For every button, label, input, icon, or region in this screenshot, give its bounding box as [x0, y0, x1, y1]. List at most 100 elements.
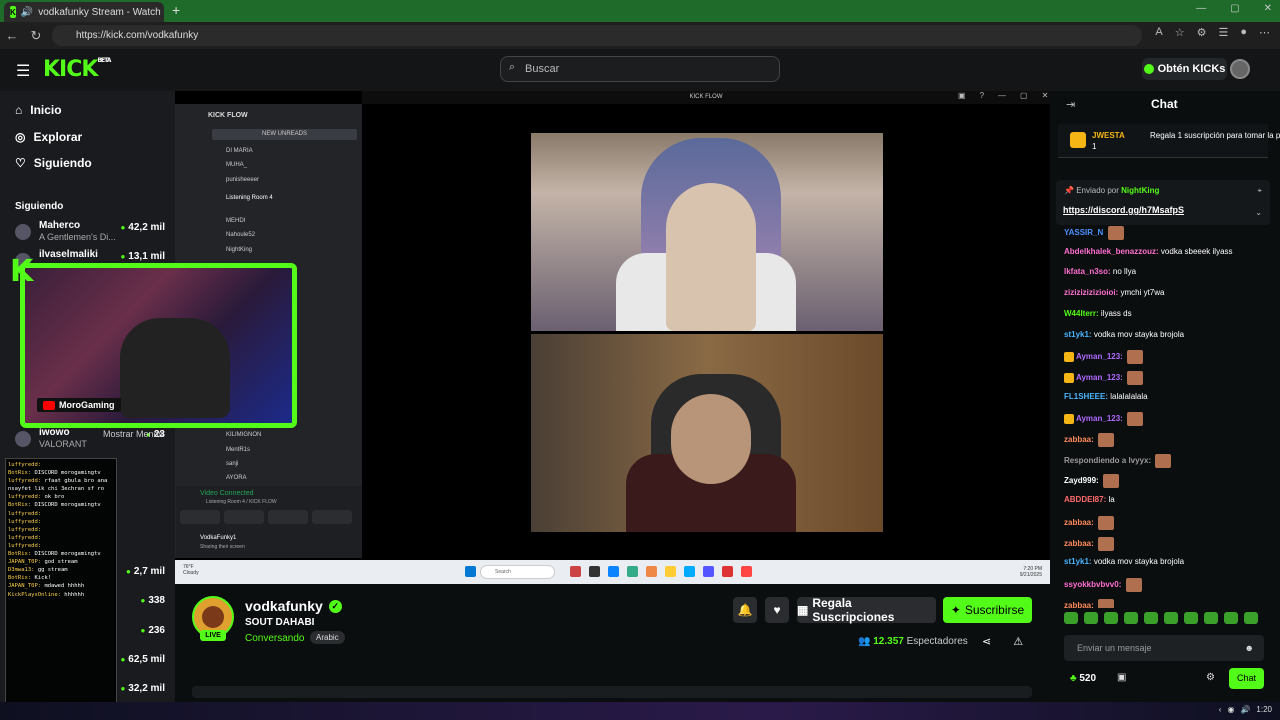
chat-message[interactable]: Ayman_123: [1064, 412, 1144, 427]
chat-username[interactable]: Abdelkhalek_benazzouz: [1064, 247, 1159, 256]
extensions-icon[interactable]: ⚙ [1197, 26, 1207, 39]
chat-username[interactable]: FL1SHEEE: [1064, 392, 1108, 401]
restore-icon[interactable]: ▢ [1020, 91, 1028, 100]
channel-name[interactable]: vodkafunky ✓ [245, 598, 342, 614]
chat-message[interactable]: zabbaa: [1064, 598, 1115, 608]
chat-message[interactable]: zizizizizizioioi: ymchi yt7wa [1064, 288, 1164, 297]
search-input[interactable]: ⌕ Buscar [500, 56, 780, 82]
chevron-up-icon[interactable]: ‹ [1219, 705, 1222, 714]
help-icon[interactable]: ? [980, 91, 984, 100]
kick-logo[interactable]: KICKBETA [43, 57, 111, 82]
emote-icon[interactable] [1244, 612, 1258, 624]
emote-icon[interactable] [1224, 612, 1238, 624]
pip-icon[interactable]: ▣ [958, 91, 966, 100]
chat-username[interactable]: zizizizizizioioi: [1064, 288, 1118, 297]
chat-username[interactable]: st1yk1: [1064, 557, 1092, 566]
chat-username[interactable]: Zayd999: [1064, 477, 1099, 486]
emote-icon[interactable] [1144, 612, 1158, 624]
camera-button[interactable] [180, 510, 220, 524]
activity-button[interactable] [268, 510, 308, 524]
chat-message[interactable]: st1yk1: vodka mov stayka brojola [1064, 557, 1184, 566]
chat-message[interactable]: Ayman_123: [1064, 370, 1144, 385]
close-window-icon[interactable]: ✕ [1264, 3, 1272, 14]
minimize-icon[interactable]: — [1196, 3, 1206, 14]
minimize-icon[interactable]: — [998, 91, 1006, 100]
send-chat-button[interactable]: Chat [1229, 668, 1264, 689]
close-icon[interactable]: ✕ [1042, 91, 1049, 100]
menu-icon[interactable]: ☰ [16, 61, 30, 81]
read-aloud-icon[interactable]: A [1155, 26, 1162, 39]
chat-message[interactable]: Respondiendo a lvyyx: [1064, 453, 1172, 468]
chat-message[interactable]: zabbaa: [1064, 536, 1115, 551]
follow-button[interactable]: ♥ [765, 597, 789, 623]
reload-icon[interactable]: ↻ [24, 28, 48, 44]
chat-message[interactable]: zabbaa: [1064, 515, 1115, 530]
user-avatar[interactable] [1230, 59, 1250, 79]
chat-username[interactable]: zabbaa: [1064, 539, 1094, 548]
show-less-link[interactable]: Mostrar Menos [103, 429, 163, 439]
chat-username[interactable]: lkfata_n3so: [1064, 267, 1111, 276]
collections-icon[interactable]: ☰ [1218, 26, 1228, 39]
chat-message[interactable]: FL1SHEEE: lalalalalala [1064, 392, 1148, 401]
screen-share-button[interactable] [224, 510, 264, 524]
chat-username[interactable]: zabbaa: [1064, 435, 1094, 444]
url-field[interactable]: https://kick.com/vodkafunky [52, 25, 1142, 46]
chat-message[interactable]: Abdelkhalek_benazzouz: vodka sbeeek ilya… [1064, 247, 1233, 256]
maximize-icon[interactable]: ▢ [1230, 3, 1239, 14]
stream-category[interactable]: Conversando [245, 633, 304, 644]
chat-settings-icon[interactable]: ⚙ [1206, 672, 1215, 683]
soundboard-button[interactable] [312, 510, 352, 524]
unpin-icon[interactable]: ⌖ [1257, 186, 1262, 196]
chat-username[interactable]: W44lterr: [1064, 309, 1099, 318]
chat-username[interactable]: ssyokkbvbvv0: [1064, 580, 1121, 589]
chat-message[interactable]: zabbaa: [1064, 433, 1115, 447]
chat-message[interactable]: W44lterr: ilyass ds [1064, 309, 1132, 318]
subscribe-button[interactable]: ✦ Suscribirse [943, 597, 1032, 623]
report-icon[interactable]: ⚠ [1013, 635, 1023, 648]
gift-subs-button[interactable]: ▦ Regala Suscripciones [797, 596, 936, 624]
emote-icon[interactable] [1124, 612, 1138, 624]
chat-username[interactable]: ABDDEI87: [1064, 495, 1106, 504]
wifi-icon[interactable]: ◉ [1227, 705, 1234, 714]
pinned-link[interactable]: https://discord.gg/h7MsafpS [1063, 205, 1184, 215]
speaker-icon[interactable]: 🔊 [21, 7, 33, 18]
browser-tab[interactable]: K 🔊 vodkafunky Stream - Watch ✕ [4, 2, 164, 22]
emote-icon[interactable] [1064, 612, 1078, 624]
rewards-icon[interactable]: ▣ [1117, 672, 1126, 683]
emote-icon[interactable] [1164, 612, 1178, 624]
chat-message[interactable]: Ayman_123: [1064, 350, 1144, 365]
nav-home[interactable]: ⌂ Inicio [15, 103, 62, 117]
profile-icon[interactable]: ● [1240, 26, 1247, 39]
nav-explore[interactable]: ◎ Explorar [15, 130, 82, 144]
favorite-star-icon[interactable]: ☆ [1175, 26, 1185, 39]
chat-message[interactable]: Zayd999: [1064, 474, 1119, 489]
channel-points[interactable]: 520 [1070, 673, 1096, 684]
chat-username[interactable]: zabbaa: [1064, 518, 1094, 527]
chat-message[interactable]: ABDDEI87: la [1064, 495, 1115, 504]
emoji-icon[interactable]: ☻ [1245, 635, 1254, 661]
get-kicks-button[interactable]: Obtén KICKs [1142, 58, 1227, 80]
chat-username[interactable]: zabbaa: [1064, 601, 1094, 608]
language-tag[interactable]: Arabic [310, 631, 345, 644]
chat-message-input[interactable]: Enviar un mensaje ☻ [1064, 635, 1264, 661]
chat-message[interactable]: YASSIR_N [1064, 226, 1124, 240]
volume-icon[interactable]: 🔊 [1240, 705, 1250, 714]
nav-following[interactable]: ♡ Siguiendo [15, 156, 92, 170]
chat-message[interactable]: lkfata_n3so: no llya [1064, 267, 1136, 276]
chat-username[interactable]: st1yk1: [1064, 330, 1092, 339]
chat-username[interactable]: Ayman_123: [1076, 352, 1123, 361]
chat-username[interactable]: Ayman_123: [1076, 414, 1123, 423]
chat-username[interactable]: YASSIR_N [1064, 228, 1103, 237]
chat-message[interactable]: st1yk1: vodka mov stayka brojola [1064, 330, 1184, 339]
notification-bell-button[interactable]: 🔔 [733, 597, 757, 623]
back-icon[interactable]: ← [0, 28, 24, 43]
chat-username[interactable]: Respondiendo a lvyyx: [1064, 456, 1151, 465]
more-icon[interactable]: ⋯ [1259, 26, 1270, 39]
emote-icon[interactable] [1204, 612, 1218, 624]
chat-username[interactable]: Ayman_123: [1076, 373, 1123, 382]
followed-channel[interactable]: Maherco A Gentlemen's Di... 42,2 mil [15, 220, 165, 246]
clock[interactable]: 1:20 [1256, 705, 1272, 714]
emote-icon[interactable] [1084, 612, 1098, 624]
emote-icon[interactable] [1184, 612, 1198, 624]
share-icon[interactable]: ⋖ [982, 635, 991, 648]
